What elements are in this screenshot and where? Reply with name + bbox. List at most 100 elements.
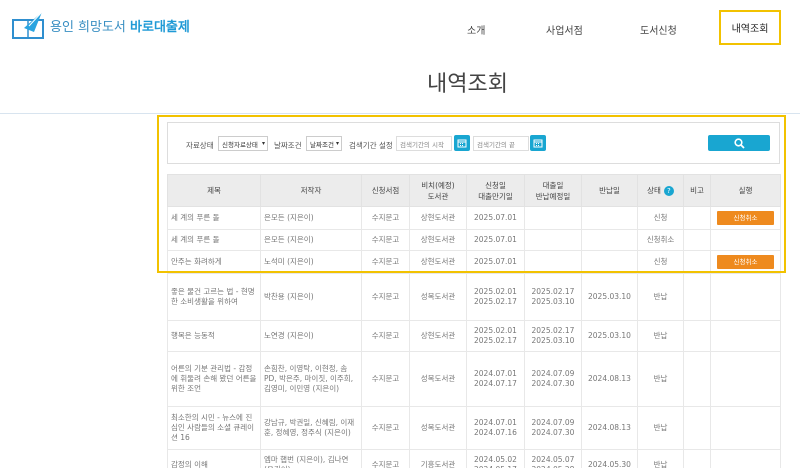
- action-cell: [710, 229, 781, 251]
- status-cell-text: 반납: [653, 374, 668, 383]
- author-cell-text: 박찬용 (지은이): [264, 292, 314, 301]
- title-cell-text[interactable]: 행복은 능동적: [171, 331, 215, 340]
- store-cell: 수지문고: [361, 351, 410, 407]
- return-date-cell-text: 2024.05.30: [588, 460, 631, 468]
- title-cell: 안주는 화려하게: [167, 250, 261, 274]
- author-cell: 은모든 (지은이): [260, 206, 362, 230]
- author-cell-text: 은모든 (지은이): [264, 213, 314, 222]
- date-condition-select[interactable]: 날짜조건 ▾: [306, 136, 342, 151]
- library-cell: 성복도서관: [409, 273, 467, 321]
- status-cell: 반납: [637, 449, 684, 468]
- library-cell-text: 상현도서관: [420, 213, 456, 222]
- site-logo[interactable]: 용인 희망도서 바로대출제: [12, 10, 190, 40]
- calendar-icon[interactable]: [454, 135, 470, 151]
- logo-text: 용인 희망도서: [50, 19, 126, 35]
- action-cell: 신청취소: [710, 206, 781, 230]
- search-button[interactable]: [708, 135, 770, 151]
- table-row: 행복은 능동적 노연경 (지은이) 수지문고 상현도서관 2025.02.01 2025…: [167, 320, 781, 352]
- status-cell: 신청: [637, 206, 684, 230]
- request-date-cell-text: 2025.02.01 2025.02.17: [474, 326, 517, 345]
- return-date-cell: [581, 229, 638, 251]
- library-cell: 상현도서관: [409, 250, 467, 274]
- cancel-request-button[interactable]: 신청취소: [717, 255, 774, 269]
- title-cell-text[interactable]: 세 계의 푸른 돌: [171, 213, 220, 222]
- return-date-cell: 2025.03.10: [581, 320, 638, 352]
- col-note: 비고: [683, 174, 711, 207]
- author-cell-text: 손힘찬, 이영탁, 이현정, 솜PD, 박은주, 마이짓, 이주희, 김영미, …: [264, 364, 354, 393]
- loan-date-cell: 2024.07.09 2024.07.30: [524, 406, 582, 450]
- loan-date-cell: 2024.07.09 2024.07.30: [524, 351, 582, 407]
- nav-bookstores[interactable]: 사업서점: [546, 22, 583, 37]
- nav-history[interactable]: 내역조회: [719, 10, 781, 45]
- status-cell: 신청취소: [637, 229, 684, 251]
- store-cell: 수지문고: [361, 406, 410, 450]
- request-date-cell: 2025.07.01: [466, 206, 525, 230]
- note-cell: [683, 273, 711, 321]
- loan-date-cell: 2025.02.17 2025.03.10: [524, 273, 582, 321]
- help-icon[interactable]: ?: [663, 186, 674, 196]
- return-date-cell-text: 2025.03.10: [588, 292, 631, 301]
- store-cell-text: 수지문고: [371, 374, 400, 383]
- library-cell: 성복도서관: [409, 351, 467, 407]
- table-row: 어른의 기분 관리법 - 감정에 휘둘려 손해 봤던 어른을 위한 조언 손힘찬,…: [167, 351, 781, 407]
- end-date-input[interactable]: 검색기간의 끝: [473, 136, 529, 151]
- col-return-date: 반납일: [581, 174, 638, 207]
- request-date-cell-text: 2025.07.01: [474, 257, 517, 266]
- table-row: 안주는 화려하게 노석미 (지은이) 수지문고 상현도서관 2025.07.01 신청 신청…: [167, 250, 781, 274]
- library-cell-text: 기흥도서관: [420, 460, 456, 468]
- store-cell: 수지문고: [361, 250, 410, 274]
- return-date-cell: 2024.05.30: [581, 449, 638, 468]
- library-cell-text: 상현도서관: [420, 331, 456, 340]
- note-cell: [683, 206, 711, 230]
- library-cell: 상현도서관: [409, 229, 467, 251]
- library-cell: 상현도서관: [409, 206, 467, 230]
- request-date-cell-text: 2025.07.01: [474, 235, 517, 244]
- author-cell: 엠마 햅번 (지은이), 김나연 (옮긴이): [260, 449, 362, 468]
- title-cell-text[interactable]: 세 계의 푸른 돌: [171, 235, 220, 244]
- return-date-cell: [581, 206, 638, 230]
- book-logo-icon: [12, 11, 44, 39]
- title-cell-text[interactable]: 안주는 화려하게: [171, 257, 222, 266]
- library-cell-text: 성복도서관: [420, 292, 456, 301]
- site-header: 용인 희망도서 바로대출제 소개 사업서점 도서신청 내역조회: [0, 0, 800, 58]
- nav-book-request[interactable]: 도서신청: [640, 22, 677, 37]
- author-cell: 박찬용 (지은이): [260, 273, 362, 321]
- store-cell: 수지문고: [361, 206, 410, 230]
- status-cell-text: 반납: [653, 292, 668, 301]
- title-cell: 어른의 기분 관리법 - 감정에 휘둘려 손해 봤던 어른을 위한 조언: [167, 351, 261, 407]
- author-cell: 손힘찬, 이영탁, 이현정, 솜PD, 박은주, 마이짓, 이주희, 김영미, …: [260, 351, 362, 407]
- col-store: 신청서점: [361, 174, 410, 207]
- cancel-request-button[interactable]: 신청취소: [717, 211, 774, 225]
- status-select[interactable]: 신청자료상태 ▾: [218, 136, 268, 151]
- author-cell: 노석미 (지은이): [260, 250, 362, 274]
- title-cell-text[interactable]: 어른의 기분 관리법 - 감정에 휘둘려 손해 봤던 어른을 위한 조언: [171, 364, 256, 393]
- table-row: 감정의 이해 엠마 햅번 (지은이), 김나연 (옮긴이) 수지문고 기흥도서관 202…: [167, 449, 781, 468]
- return-date-cell: 2025.03.10: [581, 273, 638, 321]
- title-cell-text[interactable]: 감정의 이해: [171, 460, 208, 468]
- nav-about[interactable]: 소개: [467, 22, 485, 37]
- return-date-cell: 2024.08.13: [581, 351, 638, 407]
- request-date-cell: 2025.02.01 2025.02.17: [466, 273, 525, 321]
- title-cell-text[interactable]: 좋은 물건 고르는 법 - 현명한 소비생활을 위하여: [171, 287, 255, 306]
- status-select-value: 신청자료상태: [222, 140, 258, 149]
- library-cell: 성복도서관: [409, 406, 467, 450]
- calendar-icon[interactable]: [530, 135, 546, 151]
- title-cell: 행복은 능동적: [167, 320, 261, 352]
- col-request-date: 신청일 대출만기일: [466, 174, 525, 207]
- start-date-input[interactable]: 검색기간의 시작: [396, 136, 452, 151]
- author-cell-text: 강남규, 박권일, 신혜림, 이재훈, 정혜영, 정주식 (지은이): [264, 418, 355, 437]
- action-cell: [710, 449, 781, 468]
- store-cell: 수지문고: [361, 229, 410, 251]
- library-cell: 상현도서관: [409, 320, 467, 352]
- title-cell-text[interactable]: 최소한의 시민 - 뉴스에 진심인 사람들의 소셜 큐레이션 16: [171, 413, 254, 442]
- status-cell: 반납: [637, 406, 684, 450]
- table-body: 세 계의 푸른 돌 은모든 (지은이) 수지문고 상현도서관 2025.07.01 신청 신…: [167, 206, 781, 468]
- page-title: 내역조회: [427, 72, 508, 97]
- note-cell: [683, 229, 711, 251]
- history-table: 제목 저작자 신청서점 비치(예정) 도서관 신청일 대출만기일 대출일 반납예…: [167, 174, 781, 468]
- request-date-cell-text: 2025.02.01 2025.02.17: [474, 287, 517, 306]
- action-cell: 신청취소: [710, 250, 781, 274]
- store-cell: 수지문고: [361, 273, 410, 321]
- col-status: 상태?: [637, 174, 684, 207]
- request-date-cell-text: 2024.07.01 2024.07.16: [474, 418, 517, 437]
